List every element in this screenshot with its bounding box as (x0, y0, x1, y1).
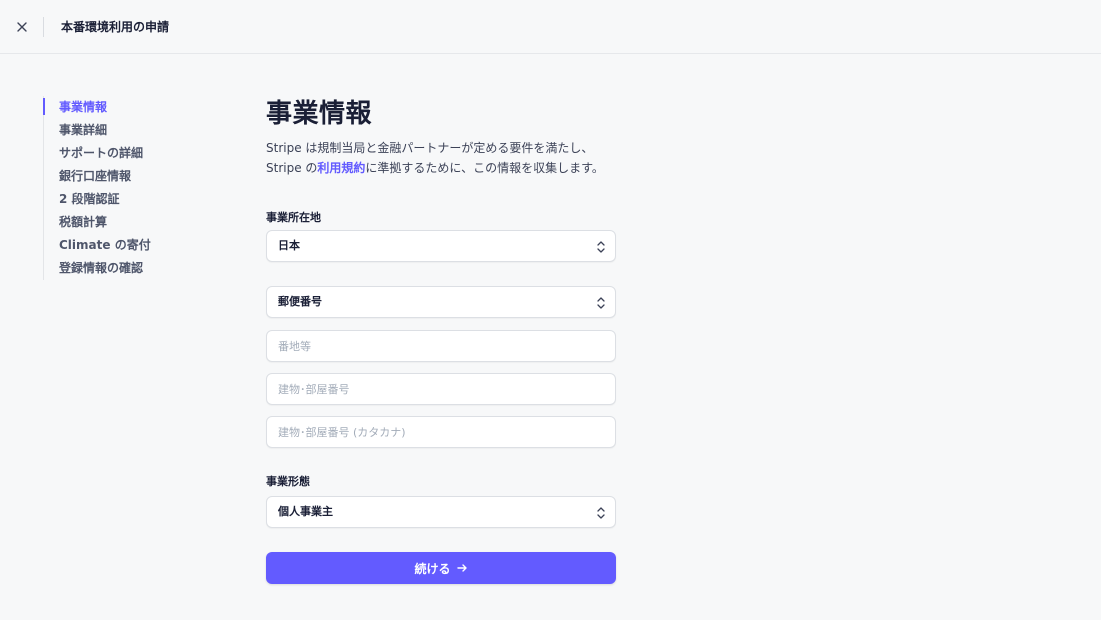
postal-code-select[interactable]: 郵便番号 (266, 286, 616, 318)
terms-link[interactable]: 利用規約 (317, 161, 365, 175)
nav-item-support-details[interactable]: サポートの詳細 (44, 142, 194, 165)
address-input[interactable] (266, 330, 616, 362)
location-label: 事業所在地 (266, 211, 321, 224)
nav-item-review[interactable]: 登録情報の確認 (44, 257, 194, 280)
step-navigation: 事業情報 事業詳細 サポートの詳細 銀行口座情報 2 段階認証 税額計算 Cli… (43, 96, 194, 280)
country-select[interactable]: 日本 (266, 230, 616, 262)
business-type-select[interactable]: 個人事業主 (266, 496, 616, 528)
nav-item-business-details[interactable]: 事業詳細 (44, 119, 194, 142)
business-type-value: 個人事業主 (278, 505, 333, 518)
nav-item-two-step-auth[interactable]: 2 段階認証 (44, 188, 194, 211)
chevron-updown-icon (597, 297, 605, 309)
arrow-right-icon (456, 564, 467, 572)
topbar-divider (43, 17, 44, 37)
nav-item-tax-calculation[interactable]: 税額計算 (44, 211, 194, 234)
page-description: Stripe は規制当局と金融パートナーが定める要件を満たし、Stripe の利… (266, 138, 616, 178)
page-title: 事業情報 (266, 99, 373, 129)
top-bar: 本番環境利用の申請 (0, 0, 1101, 54)
description-text-2: に準拠するために、この情報を収集します。 (365, 161, 604, 175)
building-input[interactable] (266, 373, 616, 405)
chevron-updown-icon (597, 507, 605, 519)
continue-label: 続ける (414, 561, 451, 576)
postal-code-value: 郵便番号 (278, 295, 322, 308)
topbar-title: 本番環境利用の申請 (61, 20, 170, 34)
continue-button[interactable]: 続ける (266, 552, 616, 584)
nav-item-climate-donation[interactable]: Climate の寄付 (44, 234, 194, 257)
chevron-updown-icon (597, 241, 605, 253)
nav-item-business-info[interactable]: 事業情報 (43, 96, 194, 119)
country-value: 日本 (278, 239, 300, 252)
nav-item-bank-account[interactable]: 銀行口座情報 (44, 165, 194, 188)
close-icon (17, 22, 27, 32)
close-button[interactable] (12, 17, 32, 37)
main-form: 事業情報 Stripe は規制当局と金融パートナーが定める要件を満たし、Stri… (266, 96, 616, 528)
building-kana-input[interactable] (266, 416, 616, 448)
business-type-label: 事業形態 (266, 475, 310, 488)
